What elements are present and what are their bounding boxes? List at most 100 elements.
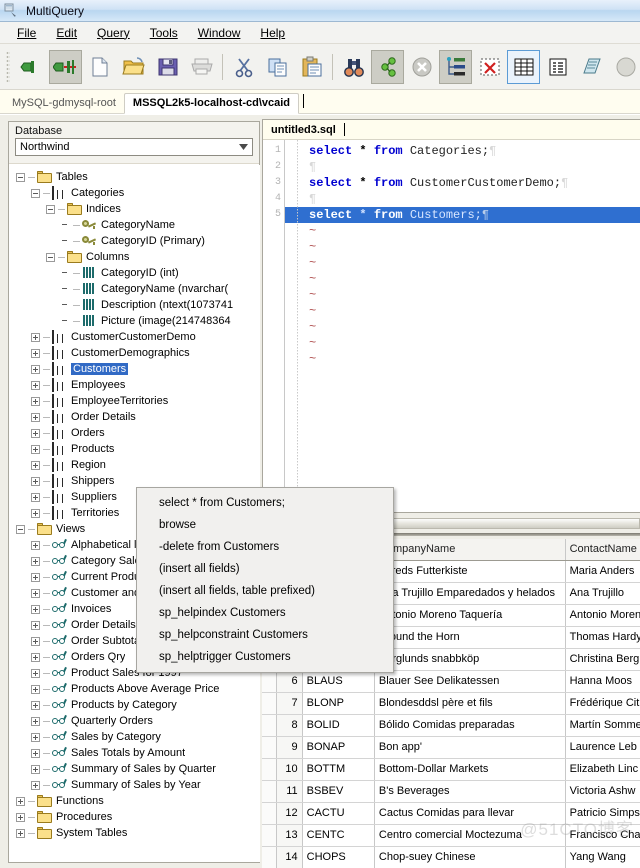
print-icon[interactable]	[185, 50, 218, 84]
text-results-icon[interactable]	[541, 50, 574, 84]
expand-icon[interactable]	[31, 540, 40, 550]
tree-node[interactable]: CategoryName (nvarchar(	[10, 281, 260, 297]
plan-icon[interactable]	[439, 49, 472, 84]
cell-contactname[interactable]: Francisco Cha	[565, 824, 640, 847]
table-row[interactable]: 9 BONAP Bon app' Laurence Leb	[262, 736, 640, 759]
expand-icon[interactable]	[31, 508, 40, 518]
context-menu-item[interactable]: select * from Customers;	[137, 492, 393, 514]
expand-icon[interactable]	[31, 652, 40, 662]
context-menu-item[interactable]: (insert all fields, table prefixed)	[137, 580, 393, 602]
expand-icon[interactable]	[31, 556, 40, 566]
cell-contactname[interactable]: Elizabeth Linc	[565, 758, 640, 781]
expand-icon[interactable]	[31, 668, 40, 678]
connection-tab-mssql[interactable]: MSSQL2k5-localhost-cd\vcaid	[123, 93, 300, 114]
context-menu-item[interactable]: browse	[137, 514, 393, 536]
cell-companyname[interactable]: Antonio Moreno Taquería	[374, 604, 566, 627]
grid-col-contactname[interactable]: ContactName	[565, 539, 640, 561]
tree-node[interactable]: Region	[10, 457, 260, 473]
grid-col-companyname[interactable]: CompanyName	[374, 539, 566, 561]
database-select[interactable]: Northwind	[15, 138, 253, 156]
tree-node[interactable]: Orders	[10, 425, 260, 441]
expand-icon[interactable]	[31, 396, 40, 406]
table-row[interactable]: 12 CACTU Cactus Comidas para llevar Patrici…	[262, 802, 640, 825]
help-round-icon[interactable]	[609, 50, 640, 84]
tree-node[interactable]: CustomerCustomerDemo	[10, 329, 260, 345]
expand-icon[interactable]	[31, 444, 40, 454]
code-area[interactable]: 12345 select * from Categories;¶ ¶ select …	[263, 140, 640, 512]
cell-companyname[interactable]: Alfreds Futterkiste	[374, 560, 566, 583]
cell-contactname[interactable]: Frédérique Cit	[565, 692, 640, 715]
expand-icon[interactable]	[31, 428, 40, 438]
expand-icon[interactable]	[31, 460, 40, 470]
expand-icon[interactable]	[31, 604, 40, 614]
paste-icon[interactable]	[295, 50, 328, 84]
chevron-down-icon[interactable]	[237, 140, 250, 154]
expand-icon[interactable]	[31, 364, 40, 374]
collapse-icon[interactable]	[16, 524, 25, 534]
save-icon[interactable]	[151, 50, 184, 84]
expand-icon[interactable]	[31, 684, 40, 694]
expand-icon[interactable]	[31, 476, 40, 486]
table-row[interactable]: 13 CENTC Centro comercial Moctezuma Francis…	[262, 824, 640, 847]
grid-results-icon[interactable]	[507, 49, 540, 84]
cell-companyname[interactable]: Bólido Comidas preparadas	[374, 714, 566, 737]
context-menu-item[interactable]: sp_helpindex Customers	[137, 602, 393, 624]
expand-icon[interactable]	[31, 700, 40, 710]
code-line[interactable]: select * from Customers;¶	[285, 207, 640, 223]
expand-icon[interactable]	[16, 796, 25, 806]
cell-customerid[interactable]: BOTTM	[302, 758, 375, 781]
expand-icon[interactable]	[31, 348, 40, 358]
cell-contactname[interactable]: Antonio Moren	[565, 604, 640, 627]
row-marker[interactable]	[262, 758, 277, 781]
menu-edit[interactable]: Edit	[47, 24, 86, 42]
tree-node[interactable]: System Tables	[10, 825, 260, 841]
toolbar-grip[interactable]	[6, 50, 10, 83]
tree-node[interactable]: Sales Totals by Amount	[10, 745, 260, 761]
menu-tools[interactable]: Tools	[141, 24, 187, 42]
expand-icon[interactable]	[16, 812, 25, 822]
cell-customerid[interactable]: BOLID	[302, 714, 375, 737]
table-row[interactable]: 11 BSBEV B's Beverages Victoria Ashw	[262, 780, 640, 803]
cell-companyname[interactable]: Centro comercial Moctezuma	[374, 824, 566, 847]
cell-companyname[interactable]: Bon app'	[374, 736, 566, 759]
row-marker[interactable]	[262, 736, 277, 759]
tree-node[interactable]: Summary of Sales by Quarter	[10, 761, 260, 777]
cell-companyname[interactable]: Around the Horn	[374, 626, 566, 649]
table-context-menu[interactable]: select * from Customers; browse -delete fr…	[136, 487, 394, 673]
tree-node[interactable]: EmployeeTerritories	[10, 393, 260, 409]
collapse-icon[interactable]	[31, 188, 40, 198]
cell-customerid[interactable]: BLONP	[302, 692, 375, 715]
tree-node[interactable]: Products	[10, 441, 260, 457]
code-lines[interactable]: select * from Categories;¶ ¶ select * from…	[285, 140, 640, 512]
expand-icon[interactable]	[31, 716, 40, 726]
tree-node[interactable]: Products Above Average Price	[10, 681, 260, 697]
tree-node[interactable]: CategoryName	[10, 217, 260, 233]
cell-customerid[interactable]: BLAUS	[302, 670, 375, 693]
cell-contactname[interactable]: Christina Berg	[565, 648, 640, 671]
cell-customerid[interactable]: BONAP	[302, 736, 375, 759]
cell-customerid[interactable]: CHOPS	[302, 846, 375, 868]
row-marker[interactable]	[262, 670, 277, 693]
collapse-icon[interactable]	[16, 172, 25, 182]
cell-contactname[interactable]: Yang Wang	[565, 846, 640, 868]
menu-help[interactable]: Help	[251, 24, 294, 42]
tree-node[interactable]: Customers	[10, 361, 260, 377]
tree-node[interactable]: Summary of Sales by Year	[10, 777, 260, 793]
table-row[interactable]: 8 BOLID Bólido Comidas preparadas Martín So…	[262, 714, 640, 737]
copy-icon[interactable]	[261, 50, 294, 84]
table-row[interactable]: 14 CHOPS Chop-suey Chinese Yang Wang	[262, 846, 640, 868]
open-folder-icon[interactable]	[117, 50, 150, 84]
collapse-icon[interactable]	[46, 252, 55, 262]
execute-icon[interactable]	[371, 49, 404, 84]
cell-contactname[interactable]: Hanna Moos	[565, 670, 640, 693]
row-marker[interactable]	[262, 824, 277, 847]
cell-contactname[interactable]: Thomas Hardy	[565, 626, 640, 649]
expand-icon[interactable]	[31, 748, 40, 758]
cell-companyname[interactable]: Cactus Comidas para llevar	[374, 802, 566, 825]
cell-companyname[interactable]: Blauer See Delikatessen	[374, 670, 566, 693]
cell-companyname[interactable]: Ana Trujillo Emparedados y helados	[374, 582, 566, 605]
expand-icon[interactable]	[31, 380, 40, 390]
expand-icon[interactable]	[31, 764, 40, 774]
expand-icon[interactable]	[31, 620, 40, 630]
connect-icon[interactable]	[15, 50, 48, 84]
